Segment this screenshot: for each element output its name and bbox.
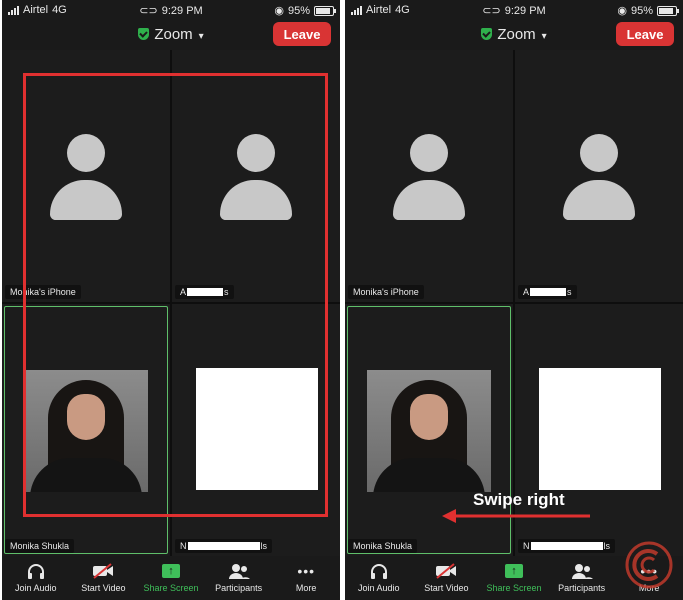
- status-bar: Airtel 4G ⊂⊃ 9:29 PM ◉ 95%: [2, 0, 340, 20]
- battery-icon: [657, 5, 679, 16]
- leave-button[interactable]: Leave: [273, 22, 331, 46]
- meeting-title: Zoom: [154, 26, 193, 43]
- meeting-toolbar: Join Audio Start Video ↑ Share Screen Pa…: [2, 556, 340, 600]
- participants-label: Participants: [215, 583, 263, 593]
- participant-name: Monika's iPhone: [348, 285, 424, 299]
- orientation-lock-icon: ◉: [617, 5, 627, 17]
- battery-percent: 95%: [287, 4, 310, 17]
- join-audio-button[interactable]: Join Audio: [345, 556, 413, 600]
- meeting-top-bar: Zoom ▾ Leave: [345, 20, 683, 50]
- status-bar: Airtel 4G ⊂⊃ 9:29 PM ◉ 95%: [345, 0, 683, 20]
- participant-video-feed: [367, 370, 491, 492]
- watermark-logo: [625, 541, 673, 589]
- participant-tile[interactable]: As: [515, 50, 683, 302]
- video-off-icon: [70, 562, 138, 580]
- link-icon: ⊂⊃: [139, 5, 158, 17]
- participants-label: Participants: [558, 583, 606, 593]
- share-screen-button[interactable]: ↑ Share Screen: [480, 556, 548, 600]
- chevron-down-icon: ▾: [541, 31, 547, 42]
- shield-check-icon: [138, 28, 150, 40]
- share-screen-label: Share Screen: [143, 583, 199, 593]
- participants-button[interactable]: Participants: [205, 556, 273, 600]
- join-audio-label: Join Audio: [358, 583, 400, 593]
- video-off-icon: [413, 562, 481, 580]
- headphones-icon: [2, 562, 70, 580]
- swipe-instruction-label: Swipe right: [473, 490, 565, 509]
- avatar-placeholder-icon: [393, 134, 465, 220]
- join-audio-label: Join Audio: [15, 583, 57, 593]
- shield-check-icon: [481, 28, 493, 40]
- more-label: More: [295, 583, 317, 593]
- redaction-bar: [530, 542, 603, 550]
- headphones-icon: [345, 562, 413, 580]
- start-video-button[interactable]: Start Video: [413, 556, 481, 600]
- participant-name: Monika Shukla: [348, 539, 418, 553]
- participants-icon: [205, 562, 273, 580]
- meeting-top-bar: Zoom ▾ Leave: [2, 20, 340, 50]
- redaction-bar: [187, 542, 260, 550]
- start-video-label: Start Video: [424, 583, 469, 593]
- chevron-down-icon: ▾: [198, 31, 204, 42]
- more-dots-icon: •••: [297, 563, 316, 579]
- clock-time: 9:29 PM: [504, 4, 546, 17]
- battery-percent: 95%: [630, 4, 653, 17]
- battery-icon: [314, 5, 336, 16]
- highlight-rectangle: [23, 73, 328, 517]
- share-screen-button[interactable]: ↑ Share Screen: [137, 556, 205, 600]
- link-icon: ⊂⊃: [482, 5, 501, 17]
- participants-icon: [548, 562, 616, 580]
- participant-name-redacted: As: [518, 285, 577, 299]
- avatar-placeholder-icon: [563, 134, 635, 220]
- leave-button[interactable]: Leave: [616, 22, 674, 46]
- share-screen-icon: ↑: [504, 564, 523, 578]
- participant-name: Monika Shukla: [5, 539, 75, 553]
- participant-name-redacted: Nls: [175, 539, 272, 553]
- participants-button[interactable]: Participants: [548, 556, 616, 600]
- meeting-title: Zoom: [497, 26, 536, 43]
- clock-time: 9:29 PM: [161, 4, 203, 17]
- swipe-arrow-icon: [442, 509, 590, 523]
- participant-video-blank: [539, 368, 661, 490]
- participant-tile[interactable]: Monika's iPhone: [345, 50, 513, 302]
- start-video-button[interactable]: Start Video: [70, 556, 138, 600]
- redaction-bar: [530, 288, 567, 296]
- join-audio-button[interactable]: Join Audio: [2, 556, 70, 600]
- orientation-lock-icon: ◉: [274, 5, 284, 17]
- start-video-label: Start Video: [81, 583, 126, 593]
- more-button[interactable]: ••• More: [272, 556, 340, 600]
- share-screen-label: Share Screen: [486, 583, 542, 593]
- participant-name-redacted: Nls: [518, 539, 615, 553]
- share-screen-icon: ↑: [161, 564, 180, 578]
